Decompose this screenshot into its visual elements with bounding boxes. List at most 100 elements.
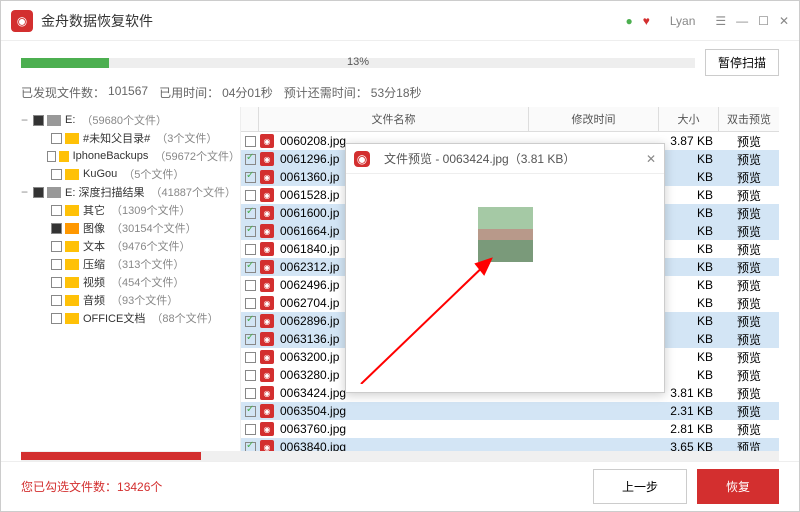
tree-row[interactable]: #未知父目录#（3个文件） xyxy=(21,129,240,147)
tree-row[interactable]: 视频（454个文件） xyxy=(21,273,240,291)
file-type-icon: ◉ xyxy=(260,206,274,220)
file-checkbox[interactable] xyxy=(245,172,256,183)
file-checkbox[interactable] xyxy=(245,190,256,201)
file-preview-link[interactable]: 预览 xyxy=(719,313,779,330)
found-count: 101567 xyxy=(108,84,148,101)
wechat-icon[interactable]: ● xyxy=(625,14,632,28)
file-preview-link[interactable]: 预览 xyxy=(719,349,779,366)
tree-checkbox[interactable] xyxy=(33,115,44,126)
folder-icon xyxy=(65,295,79,306)
tree-label: E: 深度扫描结果 xyxy=(65,184,144,200)
file-preview-link[interactable]: 预览 xyxy=(719,367,779,384)
file-preview-link[interactable]: 预览 xyxy=(719,169,779,186)
file-preview-link[interactable]: 预览 xyxy=(719,295,779,312)
scrollbar-thumb[interactable] xyxy=(21,452,201,460)
tree-toggle-icon[interactable]: − xyxy=(21,185,33,199)
tree-checkbox[interactable] xyxy=(51,133,62,144)
tree-row[interactable]: 压缩（313个文件） xyxy=(21,255,240,273)
file-size: KB xyxy=(659,296,719,310)
app-logo-icon: ◉ xyxy=(11,10,33,32)
file-checkbox[interactable] xyxy=(245,298,256,309)
file-preview-link[interactable]: 预览 xyxy=(719,151,779,168)
tree-checkbox[interactable] xyxy=(51,259,62,270)
tree-toggle-icon[interactable]: − xyxy=(21,113,33,127)
tree-row[interactable]: 其它（1309个文件） xyxy=(21,201,240,219)
file-checkbox[interactable] xyxy=(245,370,256,381)
heart-icon[interactable]: ♥ xyxy=(643,14,650,28)
file-type-icon: ◉ xyxy=(260,404,274,418)
folder-tree[interactable]: −E:（59680个文件）#未知父目录#（3个文件）IphoneBackups（… xyxy=(21,107,241,451)
tree-checkbox[interactable] xyxy=(51,313,62,324)
file-preview-link[interactable]: 预览 xyxy=(719,331,779,348)
pause-scan-button[interactable]: 暂停扫描 xyxy=(705,49,779,76)
file-type-icon: ◉ xyxy=(260,170,274,184)
file-preview-link[interactable]: 预览 xyxy=(719,205,779,222)
tree-row[interactable]: KuGou（5个文件） xyxy=(21,165,240,183)
file-preview-link[interactable]: 预览 xyxy=(719,187,779,204)
col-preview[interactable]: 双击预览 xyxy=(719,107,779,131)
file-preview-link[interactable]: 预览 xyxy=(719,277,779,294)
prev-step-button[interactable]: 上一步 xyxy=(593,469,687,504)
tree-row[interactable]: −E:（59680个文件） xyxy=(21,111,240,129)
file-checkbox[interactable] xyxy=(245,424,256,435)
tree-row[interactable]: IphoneBackups（59672个文件） xyxy=(21,147,240,165)
tree-checkbox[interactable] xyxy=(47,151,55,162)
tree-count: （59680个文件） xyxy=(81,112,167,128)
file-checkbox[interactable] xyxy=(245,154,256,165)
file-preview-link[interactable]: 预览 xyxy=(719,421,779,438)
file-checkbox[interactable] xyxy=(245,352,256,363)
tree-row[interactable]: 文本（9476个文件） xyxy=(21,237,240,255)
tree-checkbox[interactable] xyxy=(51,295,62,306)
minimize-button[interactable]: — xyxy=(736,14,748,28)
file-row[interactable]: ◉0063840.jpg3.65 KB预览 xyxy=(241,438,779,451)
tree-checkbox[interactable] xyxy=(33,187,44,198)
file-preview-link[interactable]: 预览 xyxy=(719,439,779,452)
tree-checkbox[interactable] xyxy=(51,169,62,180)
file-preview-link[interactable]: 预览 xyxy=(719,241,779,258)
tree-checkbox[interactable] xyxy=(51,241,62,252)
file-preview-link[interactable]: 预览 xyxy=(719,403,779,420)
file-checkbox[interactable] xyxy=(245,334,256,345)
footer: 您已勾选文件数：13426个 上一步 恢复 xyxy=(1,461,799,511)
tree-row[interactable]: −E: 深度扫描结果（41887个文件） xyxy=(21,183,240,201)
popup-close-button[interactable]: ✕ xyxy=(646,152,656,166)
tree-checkbox[interactable] xyxy=(51,223,62,234)
close-button[interactable]: ✕ xyxy=(779,14,789,28)
file-preview-link[interactable]: 预览 xyxy=(719,385,779,402)
tree-row[interactable]: OFFICE文档（88个文件） xyxy=(21,309,240,327)
file-checkbox[interactable] xyxy=(245,136,256,147)
file-preview-link[interactable]: 预览 xyxy=(719,259,779,276)
tree-row[interactable]: 图像（30154个文件） xyxy=(21,219,240,237)
file-checkbox[interactable] xyxy=(245,388,256,399)
file-checkbox[interactable] xyxy=(245,226,256,237)
col-time[interactable]: 修改时间 xyxy=(529,107,659,131)
file-checkbox[interactable] xyxy=(245,406,256,417)
file-preview-link[interactable]: 预览 xyxy=(719,133,779,150)
col-checkbox[interactable] xyxy=(241,107,259,131)
file-checkbox[interactable] xyxy=(245,442,256,452)
file-checkbox[interactable] xyxy=(245,262,256,273)
tree-label: #未知父目录# xyxy=(83,130,150,146)
remain-value: 53分18秒 xyxy=(371,84,422,101)
list-header: 文件名称 修改时间 大小 双击预览 xyxy=(241,107,779,132)
file-checkbox[interactable] xyxy=(245,208,256,219)
horizontal-scrollbar[interactable] xyxy=(21,451,779,461)
tree-checkbox[interactable] xyxy=(51,277,62,288)
maximize-button[interactable]: ☐ xyxy=(758,14,769,28)
col-size[interactable]: 大小 xyxy=(659,107,719,131)
tree-count: （88个文件） xyxy=(151,310,218,326)
file-checkbox[interactable] xyxy=(245,244,256,255)
col-name[interactable]: 文件名称 xyxy=(259,107,529,131)
elapsed-label: 已用时间： xyxy=(159,84,219,101)
file-preview-link[interactable]: 预览 xyxy=(719,223,779,240)
file-checkbox[interactable] xyxy=(245,316,256,327)
file-checkbox[interactable] xyxy=(245,280,256,291)
file-name: 0063840.jpg xyxy=(278,440,529,451)
tree-row[interactable]: 音频（93个文件） xyxy=(21,291,240,309)
menu-icon[interactable]: ☰ xyxy=(715,14,726,28)
tree-checkbox[interactable] xyxy=(51,205,62,216)
file-row[interactable]: ◉0063760.jpg2.81 KB预览 xyxy=(241,420,779,438)
file-row[interactable]: ◉0063504.jpg2.31 KB预览 xyxy=(241,402,779,420)
file-type-icon: ◉ xyxy=(260,386,274,400)
recover-button[interactable]: 恢复 xyxy=(697,469,779,504)
